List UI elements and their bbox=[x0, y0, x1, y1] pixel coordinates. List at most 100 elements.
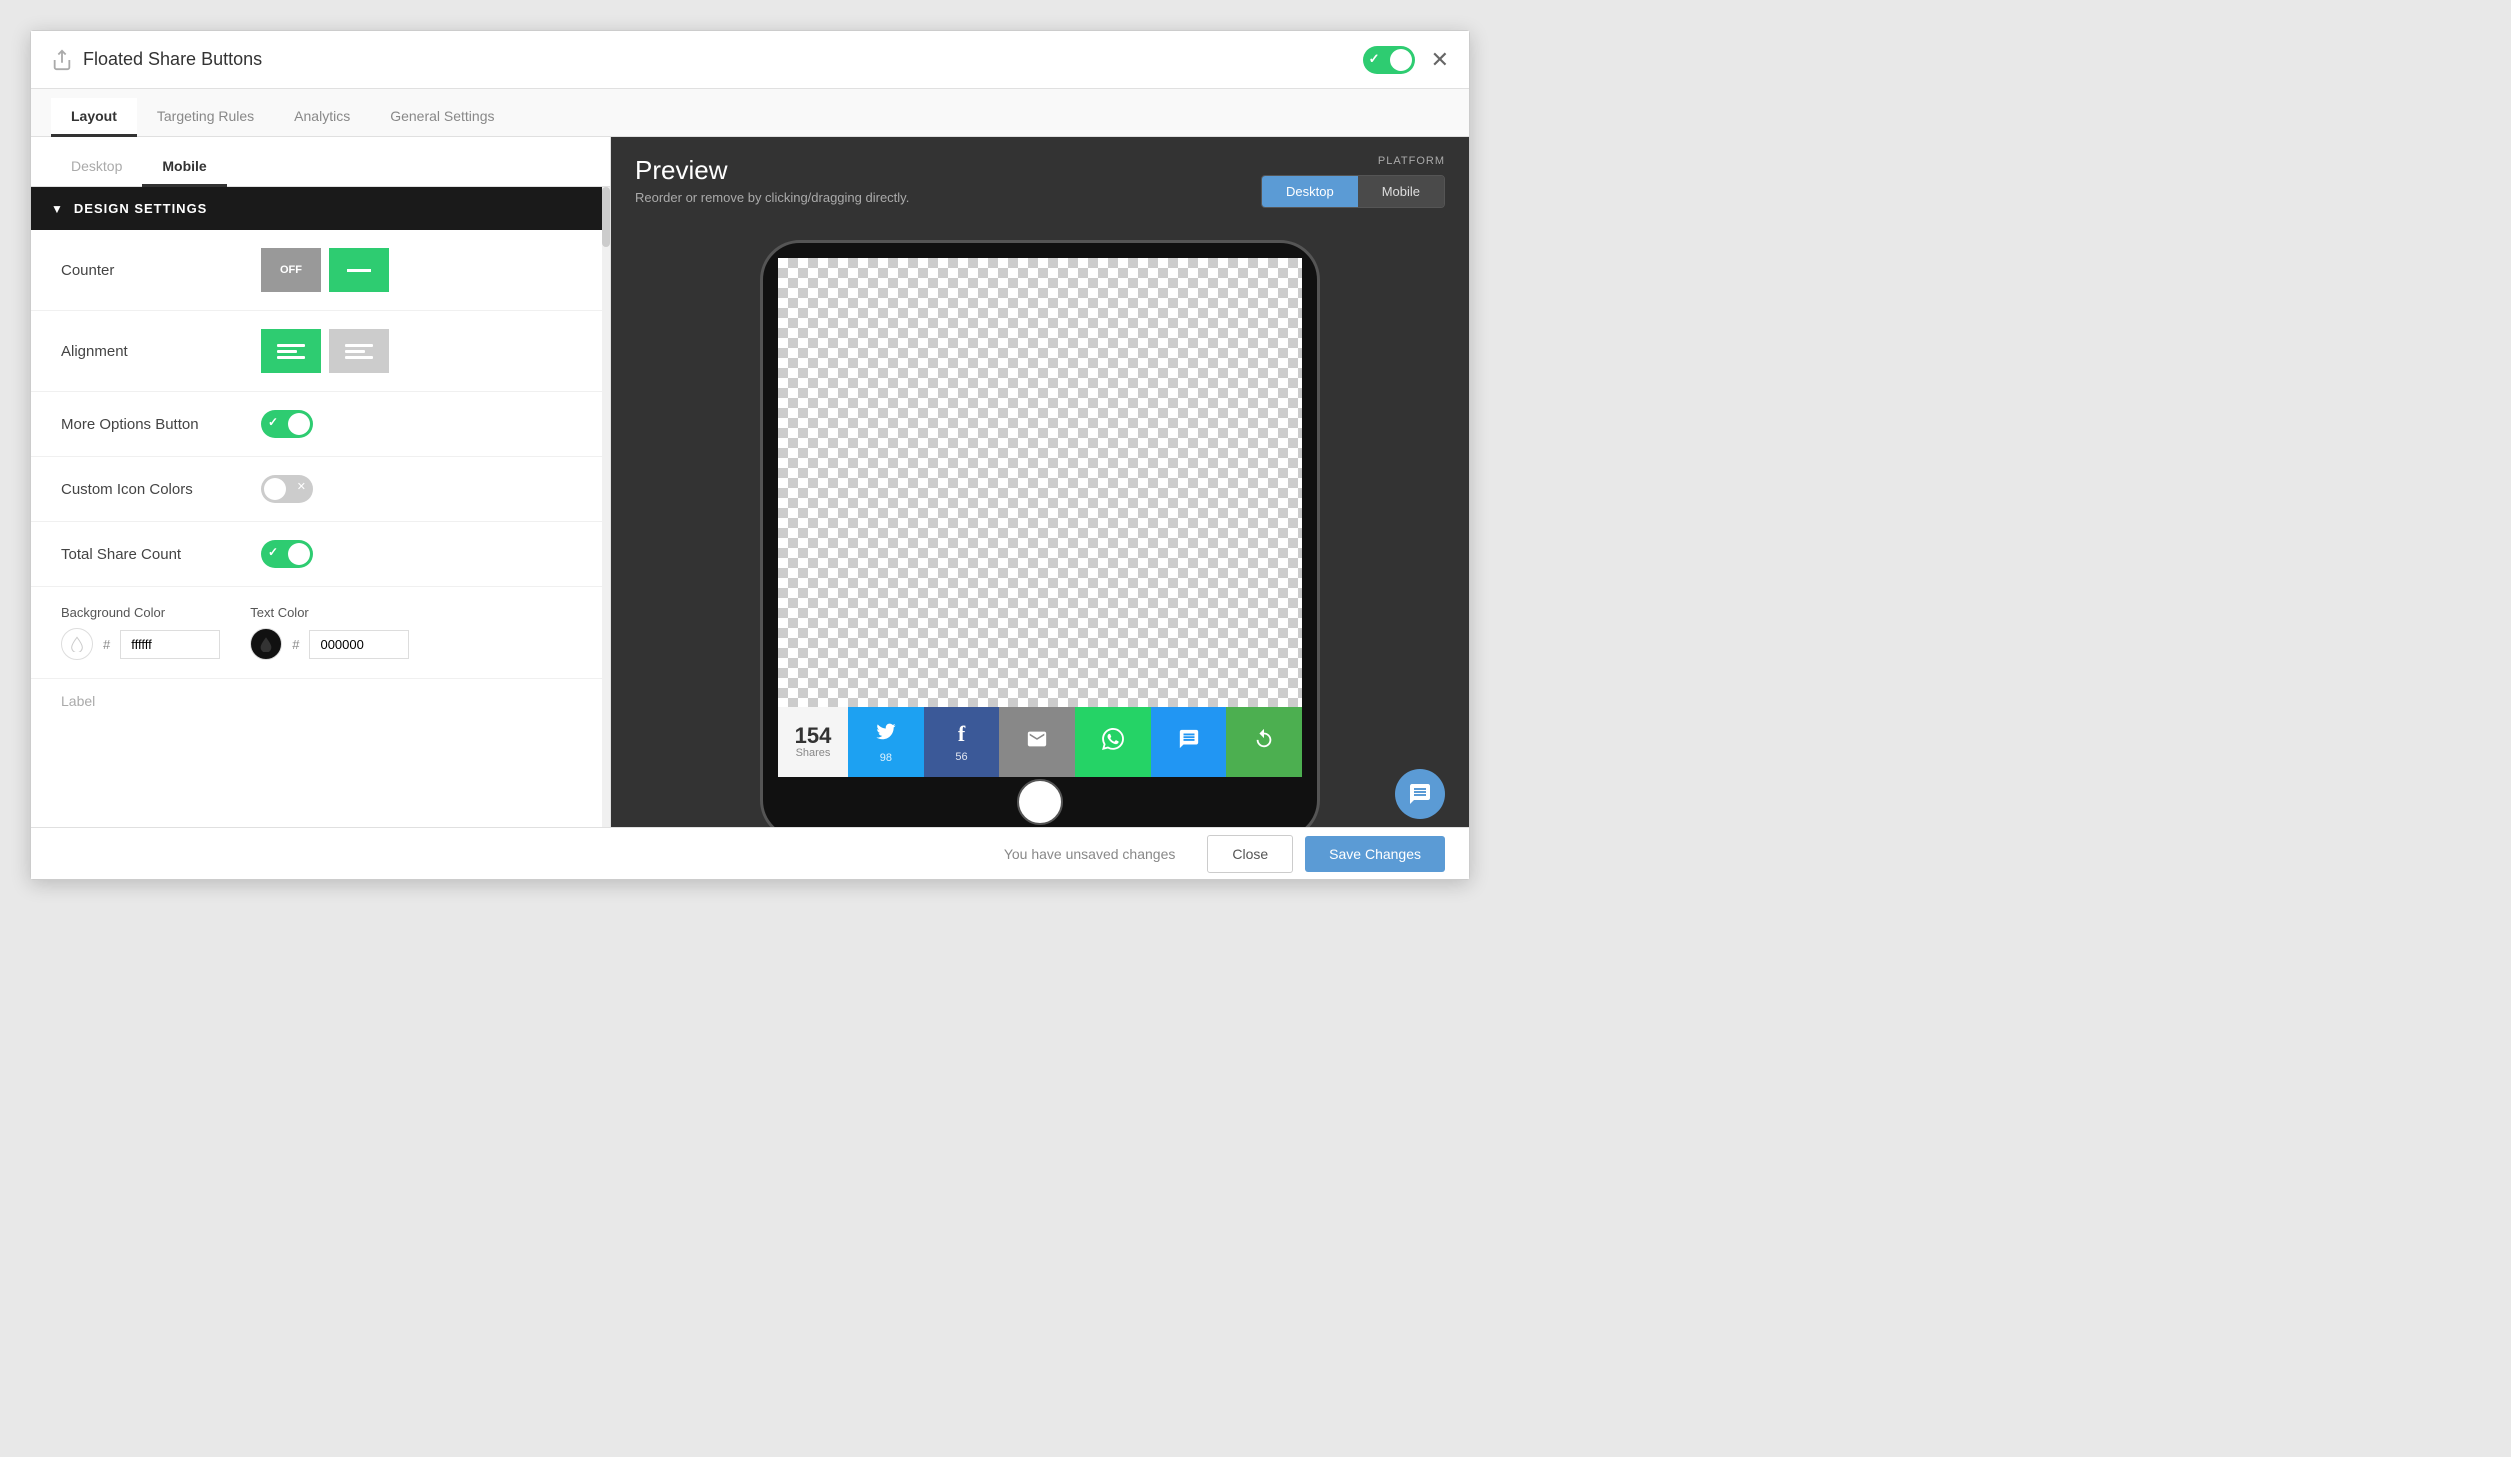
phone-home-button[interactable] bbox=[1017, 779, 1063, 825]
background-color-swatch[interactable] bbox=[61, 628, 93, 660]
platform-buttons: Desktop Mobile bbox=[1261, 175, 1445, 208]
total-share-count-row: Total Share Count bbox=[31, 522, 610, 587]
counter-on-button[interactable] bbox=[329, 248, 389, 292]
app-window: Floated Share Buttons ✕ Layout Targeting… bbox=[30, 30, 1470, 880]
align-line bbox=[277, 344, 305, 347]
scroll-indicator[interactable] bbox=[602, 187, 610, 827]
counter-off-button[interactable]: OFF bbox=[261, 248, 321, 292]
align-lines-right bbox=[345, 344, 373, 359]
preview-title-group: Preview Reorder or remove by clicking/dr… bbox=[635, 155, 909, 205]
bottom-bar: You have unsaved changes Close Save Chan… bbox=[31, 827, 1469, 879]
align-line bbox=[345, 356, 373, 359]
left-panel: Desktop Mobile ▼ DESIGN SETTINGS Counter… bbox=[31, 137, 611, 827]
more-icon bbox=[1253, 728, 1275, 756]
tab-general-settings[interactable]: General Settings bbox=[370, 98, 514, 137]
text-color-swatch[interactable] bbox=[250, 628, 282, 660]
sub-tab-desktop[interactable]: Desktop bbox=[51, 148, 142, 187]
text-color-input[interactable] bbox=[309, 630, 409, 659]
facebook-icon: f bbox=[958, 721, 965, 747]
title-bar-right: ✕ bbox=[1363, 46, 1449, 74]
total-share-count-label: Total Share Count bbox=[61, 546, 261, 563]
window-title: Floated Share Buttons bbox=[83, 49, 262, 70]
design-settings-label: DESIGN SETTINGS bbox=[74, 201, 207, 216]
twitter-count: 98 bbox=[880, 752, 892, 764]
sub-tab-mobile[interactable]: Mobile bbox=[142, 148, 226, 187]
counter-label: Counter bbox=[61, 262, 261, 279]
facebook-count: 56 bbox=[955, 751, 967, 763]
droplet-icon bbox=[69, 636, 85, 652]
enabled-toggle[interactable] bbox=[1363, 46, 1415, 74]
toggle-knob bbox=[288, 543, 310, 565]
more-options-label: More Options Button bbox=[61, 416, 261, 433]
close-button[interactable]: Close bbox=[1207, 835, 1293, 873]
platform-switcher: PLATFORM Desktop Mobile bbox=[1261, 155, 1445, 208]
share-bar: 154 Shares 98 f 56 bbox=[778, 707, 1302, 777]
align-left-button[interactable] bbox=[261, 329, 321, 373]
counter-control: OFF bbox=[261, 248, 389, 292]
whatsapp-icon bbox=[1102, 728, 1124, 756]
custom-icon-colors-row: Custom Icon Colors bbox=[31, 457, 610, 522]
phone-mockup: 154 Shares 98 f 56 bbox=[760, 240, 1320, 827]
window-close-button[interactable]: ✕ bbox=[1431, 47, 1449, 73]
save-changes-button[interactable]: Save Changes bbox=[1305, 836, 1445, 872]
more-options-control bbox=[261, 410, 313, 438]
whatsapp-share-button[interactable] bbox=[1075, 707, 1151, 777]
main-tabs: Layout Targeting Rules Analytics General… bbox=[31, 89, 1469, 137]
share-count-label: Shares bbox=[796, 747, 831, 759]
main-content: Desktop Mobile ▼ DESIGN SETTINGS Counter… bbox=[31, 137, 1469, 827]
label-row: Label bbox=[31, 678, 610, 725]
twitter-share-button[interactable]: 98 bbox=[848, 707, 924, 777]
phone-screen: 154 Shares 98 f 56 bbox=[778, 258, 1302, 777]
label-row-text: Label bbox=[61, 693, 95, 709]
align-line bbox=[345, 350, 365, 353]
counter-on-icon bbox=[347, 269, 371, 272]
platform-mobile-button[interactable]: Mobile bbox=[1358, 176, 1444, 207]
droplet-filled-icon bbox=[258, 636, 274, 652]
facebook-share-button[interactable]: f 56 bbox=[924, 707, 1000, 777]
background-color-group: Background Color # bbox=[61, 605, 220, 660]
title-bar: Floated Share Buttons ✕ bbox=[31, 31, 1469, 89]
more-share-button[interactable] bbox=[1226, 707, 1302, 777]
platform-label: PLATFORM bbox=[1378, 155, 1445, 167]
toggle-knob bbox=[288, 413, 310, 435]
hash-symbol-text: # bbox=[288, 637, 303, 652]
alignment-label: Alignment bbox=[61, 343, 261, 360]
preview-title: Preview bbox=[635, 155, 909, 186]
counter-row: Counter OFF bbox=[31, 230, 610, 311]
platform-desktop-button[interactable]: Desktop bbox=[1262, 176, 1358, 207]
align-lines-left bbox=[277, 344, 305, 359]
color-section: Background Color # Text Colo bbox=[31, 587, 610, 678]
custom-icon-colors-label: Custom Icon Colors bbox=[61, 481, 261, 498]
share-count-number: 154 bbox=[795, 725, 832, 747]
background-color-input-row: # bbox=[61, 628, 220, 660]
more-options-toggle[interactable] bbox=[261, 410, 313, 438]
background-color-input[interactable] bbox=[120, 630, 220, 659]
email-share-button[interactable] bbox=[999, 707, 1075, 777]
tab-layout[interactable]: Layout bbox=[51, 98, 137, 137]
share-icon bbox=[51, 49, 73, 71]
email-icon bbox=[1026, 728, 1048, 756]
background-color-label: Background Color bbox=[61, 605, 220, 620]
custom-icon-colors-toggle[interactable] bbox=[261, 475, 313, 503]
sms-share-button[interactable] bbox=[1151, 707, 1227, 777]
text-color-input-row: # bbox=[250, 628, 409, 660]
custom-icon-colors-control bbox=[261, 475, 313, 503]
share-count-box: 154 Shares bbox=[778, 707, 848, 777]
text-color-group: Text Color # bbox=[250, 605, 409, 660]
align-right-button[interactable] bbox=[329, 329, 389, 373]
align-line bbox=[345, 344, 373, 347]
alignment-control bbox=[261, 329, 389, 373]
total-share-count-toggle[interactable] bbox=[261, 540, 313, 568]
more-options-row: More Options Button bbox=[31, 392, 610, 457]
preview-subtitle: Reorder or remove by clicking/dragging d… bbox=[635, 190, 909, 205]
twitter-icon bbox=[875, 720, 897, 748]
hash-symbol-bg: # bbox=[99, 637, 114, 652]
chat-bubble-button[interactable] bbox=[1395, 769, 1445, 819]
tab-targeting-rules[interactable]: Targeting Rules bbox=[137, 98, 274, 137]
chat-icon bbox=[1408, 782, 1432, 806]
right-panel: Preview Reorder or remove by clicking/dr… bbox=[611, 137, 1469, 827]
scroll-thumb bbox=[602, 187, 610, 247]
tab-analytics[interactable]: Analytics bbox=[274, 98, 370, 137]
design-settings-header[interactable]: ▼ DESIGN SETTINGS bbox=[31, 187, 610, 230]
preview-area: 154 Shares 98 f 56 bbox=[611, 220, 1469, 827]
